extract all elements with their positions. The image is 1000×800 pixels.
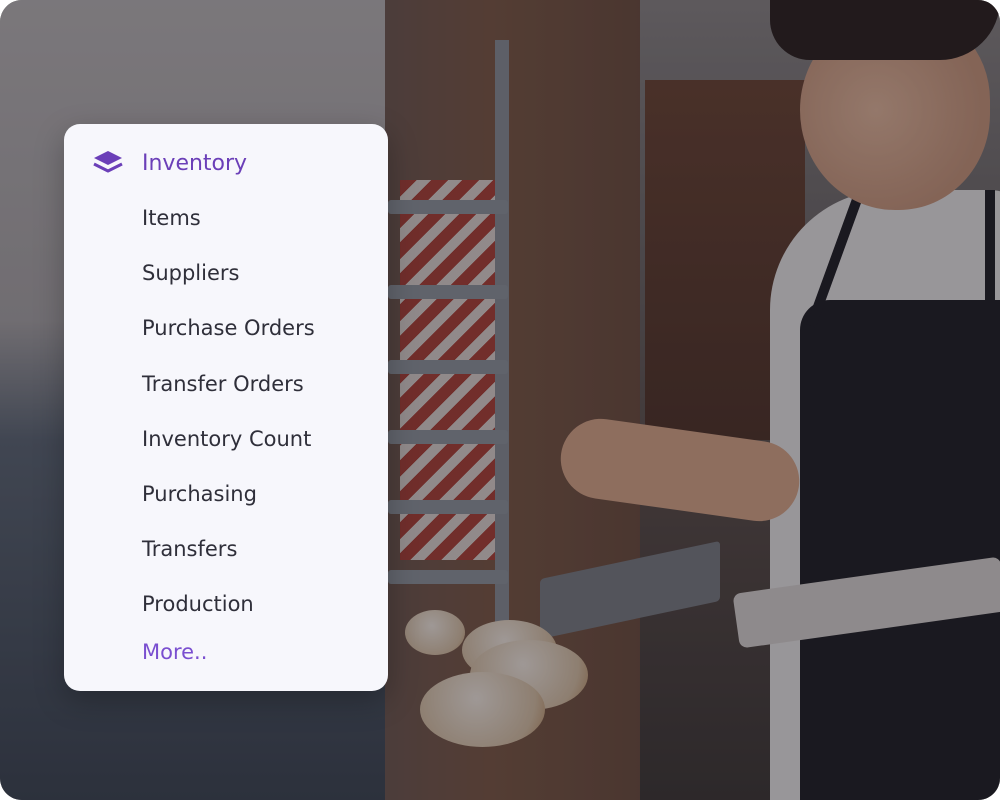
more-link[interactable]: More..	[142, 640, 207, 664]
menu-item-inventory-count[interactable]: Inventory Count	[142, 415, 315, 470]
menu-item-suppliers[interactable]: Suppliers	[142, 249, 315, 304]
background-photo: Inventory Items Suppliers Purchase Order…	[0, 0, 1000, 800]
menu-item-purchasing[interactable]: Purchasing	[142, 470, 315, 525]
inventory-menu-card: Inventory Items Suppliers Purchase Order…	[64, 124, 388, 691]
menu-header[interactable]: Inventory	[92, 148, 247, 178]
menu-title: Inventory	[142, 150, 248, 176]
menu-item-purchase-orders[interactable]: Purchase Orders	[142, 304, 315, 359]
menu-item-transfers[interactable]: Transfers	[142, 525, 315, 580]
menu-item-transfer-orders[interactable]: Transfer Orders	[142, 360, 315, 415]
menu-item-production[interactable]: Production	[142, 580, 315, 635]
menu-list: Items Suppliers Purchase Orders Transfer…	[142, 194, 315, 636]
menu-item-items[interactable]: Items	[142, 194, 315, 249]
layers-icon	[93, 151, 123, 173]
